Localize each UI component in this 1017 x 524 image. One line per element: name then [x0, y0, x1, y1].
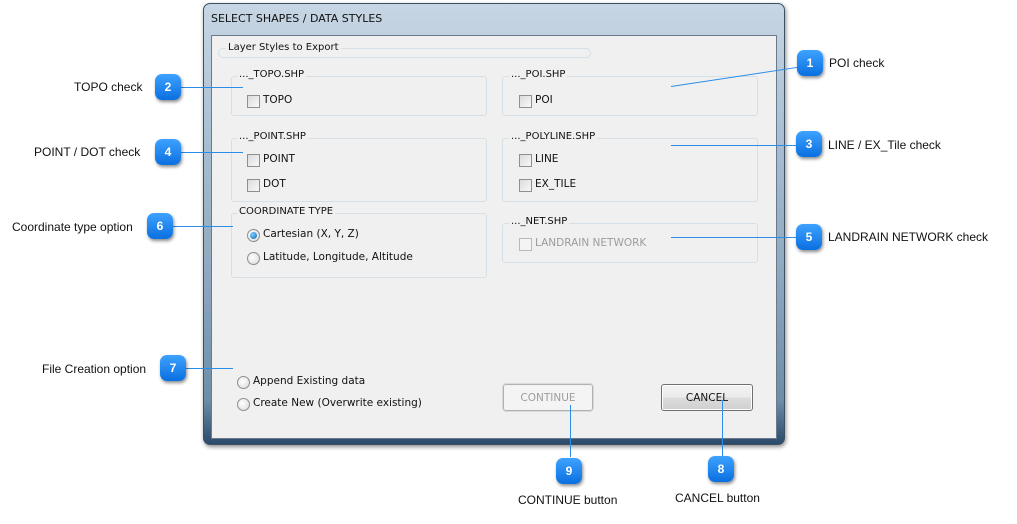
net-group-label: ..._NET.SHP: [509, 216, 570, 227]
append-existing-radio[interactable]: [237, 376, 250, 389]
create-new-radio[interactable]: [237, 398, 250, 411]
callout-6-badge: 6: [147, 213, 173, 239]
create-new-radio-label[interactable]: Create New (Overwrite existing): [253, 397, 422, 409]
callout-5-text: LANDRAIN NETWORK check: [828, 230, 989, 244]
callout-6-leader: [172, 226, 233, 227]
callout-2-leader: [181, 87, 243, 88]
poi-checkbox[interactable]: [519, 95, 532, 108]
callout-4-text: POINT / DOT check: [34, 145, 141, 159]
coordinate-type-group: [231, 213, 487, 278]
callout-8-leader: [722, 400, 723, 456]
callout-5-leader: [671, 237, 796, 238]
line-checkbox[interactable]: [519, 154, 532, 167]
callout-7-badge: 7: [160, 355, 186, 381]
dialog-title: SELECT SHAPES / DATA STYLES: [211, 12, 383, 25]
landrain-network-checkbox-label[interactable]: LANDRAIN NETWORK: [535, 237, 646, 249]
topo-group-label: ..._TOPO.SHP: [237, 69, 307, 80]
callout-8-text: CANCEL button: [675, 491, 760, 505]
callout-3-leader: [671, 145, 796, 146]
point-group: [231, 138, 487, 202]
point-checkbox-label[interactable]: POINT: [263, 153, 295, 165]
dot-checkbox[interactable]: [247, 179, 260, 192]
callout-4-badge: 4: [155, 139, 181, 165]
dot-checkbox-label[interactable]: DOT: [263, 178, 286, 190]
coordinate-type-group-label: COORDINATE TYPE: [237, 206, 336, 217]
callout-8-badge: 8: [708, 456, 734, 482]
callout-4-leader: [181, 152, 243, 153]
callout-3-text: LINE / EX_Tile check: [828, 138, 941, 152]
callout-6-text: Coordinate type option: [12, 220, 133, 234]
ex-tile-checkbox-label[interactable]: EX_TILE: [535, 178, 576, 190]
cartesian-radio-label[interactable]: Cartesian (X, Y, Z): [263, 228, 359, 240]
point-checkbox[interactable]: [247, 154, 260, 167]
landrain-network-checkbox[interactable]: [519, 238, 532, 251]
layer-styles-group-label: Layer Styles to Export: [226, 42, 341, 53]
polyline-group-label: ..._POLYLINE.SHP: [509, 131, 598, 142]
callout-2-badge: 2: [155, 74, 181, 100]
continue-button[interactable]: CONTINUE: [502, 383, 594, 412]
callout-1-badge: 1: [797, 50, 823, 76]
topo-checkbox[interactable]: [247, 95, 260, 108]
cartesian-radio[interactable]: [247, 229, 260, 242]
dialog-window: SELECT SHAPES / DATA STYLES Layer Styles…: [203, 3, 785, 445]
topo-checkbox-label[interactable]: TOPO: [263, 94, 292, 106]
callout-9-badge: 9: [556, 458, 582, 484]
callout-9-text: CONTINUE button: [518, 493, 618, 507]
callout-5-badge: 5: [796, 224, 822, 250]
lat-lon-alt-radio[interactable]: [247, 252, 260, 265]
callout-7-text: File Creation option: [42, 362, 147, 376]
line-checkbox-label[interactable]: LINE: [535, 153, 558, 165]
callout-3-badge: 3: [796, 131, 822, 157]
poi-checkbox-label[interactable]: POI: [535, 94, 553, 106]
callout-9-leader: [570, 405, 571, 457]
polyline-group: [502, 138, 758, 202]
point-group-label: ..._POINT.SHP: [237, 131, 308, 142]
ex-tile-checkbox[interactable]: [519, 179, 532, 192]
callout-1-text: POI check: [829, 56, 885, 70]
callout-7-leader: [186, 368, 233, 369]
poi-group-label: ..._POI.SHP: [509, 69, 568, 80]
cancel-button[interactable]: CANCEL: [661, 384, 753, 411]
append-existing-radio-label[interactable]: Append Existing data: [253, 375, 365, 387]
lat-lon-alt-radio-label[interactable]: Latitude, Longitude, Altitude: [263, 251, 413, 263]
callout-2-text: TOPO check: [74, 80, 143, 94]
